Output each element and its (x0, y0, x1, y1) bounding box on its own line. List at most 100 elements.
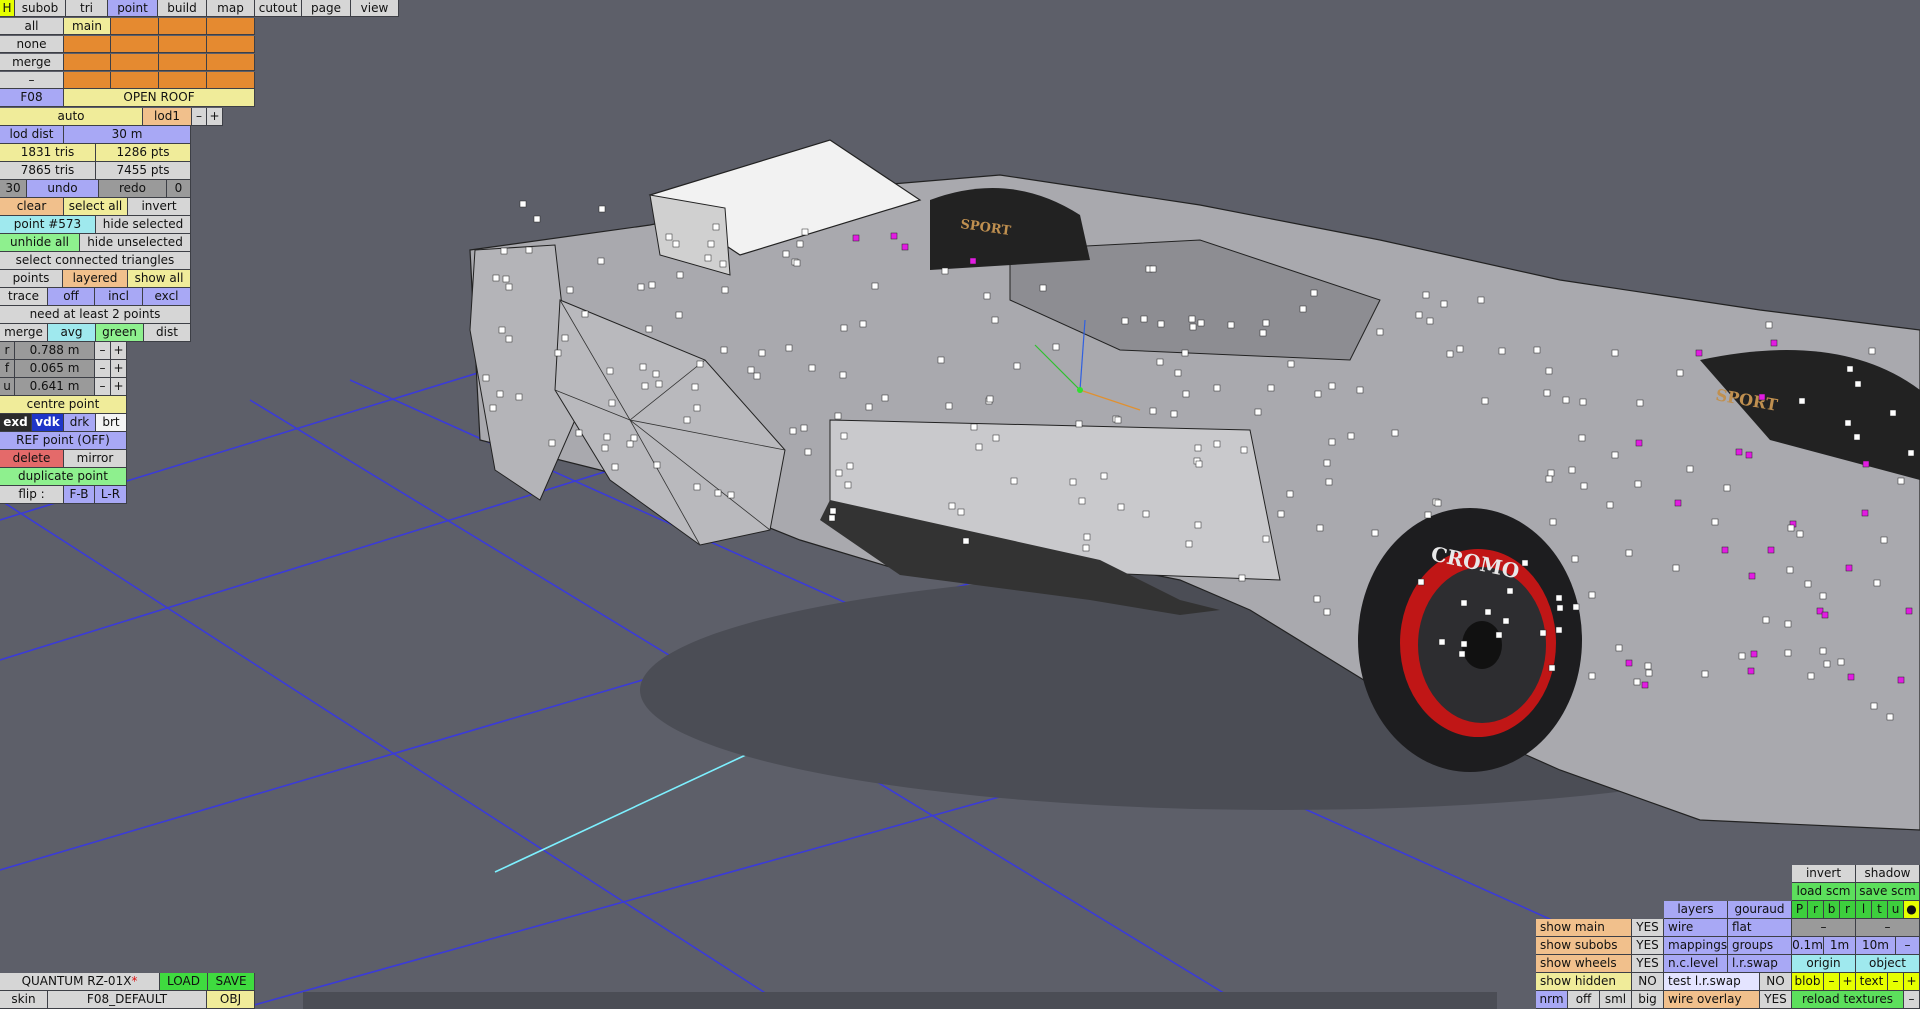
vertex[interactable] (606, 367, 614, 375)
layer-flag-dot[interactable]: ● (1904, 901, 1920, 919)
vertex[interactable] (829, 507, 837, 515)
f-minus-button[interactable]: – (95, 360, 111, 378)
vertex[interactable] (793, 259, 801, 267)
vertex[interactable] (727, 491, 735, 499)
set-slot[interactable] (111, 18, 159, 35)
select-none-set[interactable]: none (0, 36, 64, 53)
save-scm-button[interactable]: save scm (1856, 883, 1920, 901)
vertex[interactable] (1227, 321, 1235, 329)
vertex[interactable] (637, 283, 645, 291)
vertex[interactable] (1310, 289, 1318, 297)
vertex[interactable] (598, 205, 606, 213)
vertex[interactable] (1325, 478, 1333, 486)
vertex[interactable] (1556, 604, 1564, 612)
wire-overlay-value[interactable]: YES (1760, 991, 1792, 1009)
vertex[interactable] (1213, 384, 1221, 392)
show-wheels-value[interactable]: YES (1632, 955, 1664, 973)
vertex[interactable] (1013, 362, 1021, 370)
vertex[interactable] (1149, 407, 1157, 415)
vertex[interactable] (1356, 386, 1364, 394)
layer-flag-r2[interactable]: r (1840, 901, 1856, 919)
f-plus-button[interactable]: + (111, 360, 127, 378)
vertex[interactable] (712, 223, 720, 231)
vertex[interactable] (1819, 592, 1827, 600)
vertex[interactable] (1625, 549, 1633, 557)
vertex[interactable] (1456, 345, 1464, 353)
vertex[interactable] (1376, 328, 1384, 336)
set-slot[interactable] (64, 36, 111, 53)
vertex[interactable] (1765, 321, 1773, 329)
vertex[interactable] (1277, 510, 1285, 518)
origin-button[interactable]: origin (1792, 955, 1856, 973)
vertex[interactable] (1082, 544, 1090, 552)
vertex[interactable] (1555, 626, 1563, 634)
vertex[interactable] (1259, 329, 1267, 337)
vertex[interactable] (839, 371, 847, 379)
vertex[interactable] (804, 448, 812, 456)
vertex[interactable] (1078, 497, 1086, 505)
vertex[interactable] (1140, 315, 1148, 323)
nclevel-toggle[interactable]: n.c.level (1664, 955, 1728, 973)
vertex[interactable] (808, 364, 816, 372)
vertex[interactable] (835, 469, 843, 477)
vertex[interactable] (693, 404, 701, 412)
flat-toggle[interactable]: flat (1728, 919, 1792, 937)
vertex[interactable] (611, 463, 619, 471)
vertex[interactable] (714, 489, 722, 497)
vertex[interactable] (1823, 660, 1831, 668)
vertex[interactable] (986, 395, 994, 403)
vertex[interactable] (1189, 323, 1197, 331)
load-scm-button[interactable]: load scm (1792, 883, 1856, 901)
vertex[interactable] (1873, 579, 1881, 587)
show-main-value[interactable]: YES (1632, 919, 1664, 937)
flip-lr-button[interactable]: L-R (95, 486, 127, 504)
tab-tri[interactable]: tri (66, 0, 108, 17)
vertex[interactable] (1438, 638, 1446, 646)
vertex[interactable] (1796, 530, 1804, 538)
layer-flag-u[interactable]: u (1888, 901, 1904, 919)
selected-vertex[interactable] (1847, 673, 1855, 681)
vertex[interactable] (865, 403, 873, 411)
vertex[interactable] (597, 257, 605, 265)
merge-green-button[interactable]: green (96, 324, 144, 342)
hide-selected-button[interactable]: hide selected (96, 216, 191, 234)
vertex[interactable] (1328, 438, 1336, 446)
vertex[interactable] (937, 356, 945, 364)
lod-plus-button[interactable]: + (207, 108, 223, 126)
selected-vertex[interactable] (1897, 676, 1905, 684)
save-button[interactable]: SAVE (208, 973, 255, 991)
vertex[interactable] (519, 200, 527, 208)
selected-vertex[interactable] (1635, 439, 1643, 447)
vertex[interactable] (1481, 397, 1489, 405)
grid-10m[interactable]: 10m (1856, 937, 1896, 955)
vertex[interactable] (948, 502, 956, 510)
vertex[interactable] (970, 423, 978, 431)
selected-vertex[interactable] (890, 232, 898, 240)
text-toggle[interactable]: text (1856, 973, 1888, 991)
selected-vertex[interactable] (1695, 349, 1703, 357)
flip-fb-button[interactable]: F-B (64, 486, 95, 504)
selected-vertex[interactable] (1862, 460, 1870, 468)
show-subobs-value[interactable]: YES (1632, 937, 1664, 955)
layer-flag-p[interactable]: P (1792, 901, 1808, 919)
vertex[interactable] (1188, 315, 1196, 323)
vertex[interactable] (1572, 603, 1580, 611)
vertex[interactable] (1083, 533, 1091, 541)
unhide-all-button[interactable]: unhide all (0, 234, 80, 252)
vertex[interactable] (1506, 587, 1514, 595)
vertex[interactable] (496, 390, 504, 398)
selected-vertex[interactable] (1845, 564, 1853, 572)
vertex[interactable] (1299, 305, 1307, 313)
gouraud-button[interactable]: gouraud (1728, 901, 1792, 919)
vertex[interactable] (482, 374, 490, 382)
vertex[interactable] (1010, 477, 1018, 485)
tab-page[interactable]: page (302, 0, 351, 17)
wire-toggle[interactable]: wire (1664, 919, 1728, 937)
vertex[interactable] (1347, 432, 1355, 440)
vertex[interactable] (1262, 319, 1270, 327)
test-lrswap-value[interactable]: NO (1760, 973, 1792, 991)
reload-minus[interactable]: – (1904, 991, 1920, 1009)
vertex[interactable] (1391, 429, 1399, 437)
set-slot[interactable] (207, 54, 255, 71)
vertex[interactable] (1579, 398, 1587, 406)
